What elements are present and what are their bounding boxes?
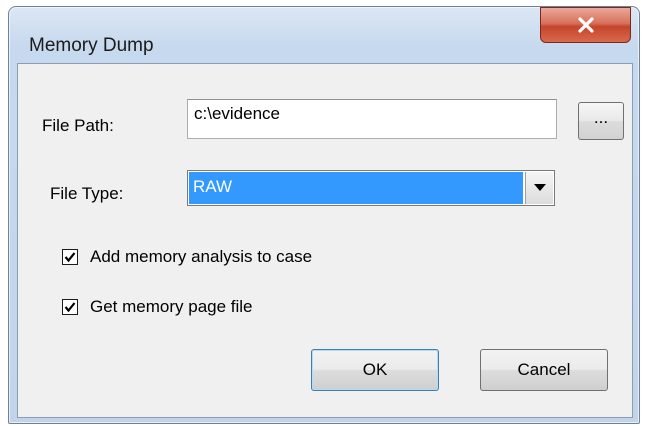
dropdown-arrow-button[interactable] xyxy=(525,172,553,204)
close-icon xyxy=(577,17,594,33)
checkmark-icon xyxy=(64,252,76,263)
option-add-memory-analysis[interactable]: Add memory analysis to case xyxy=(62,247,312,267)
file-type-selected-value: RAW xyxy=(189,172,523,204)
dialog-title: Memory Dump xyxy=(29,35,154,56)
get-memory-page-file-checkbox[interactable] xyxy=(62,299,78,315)
ok-button[interactable]: OK xyxy=(311,349,439,391)
cancel-button[interactable]: Cancel xyxy=(480,349,608,391)
option-get-memory-page-file[interactable]: Get memory page file xyxy=(62,297,253,317)
close-button[interactable] xyxy=(540,7,631,43)
add-memory-analysis-label: Add memory analysis to case xyxy=(90,247,313,266)
memory-dump-dialog: Memory Dump File Path: c:\evidence ... F… xyxy=(8,6,640,424)
chevron-down-icon xyxy=(533,184,546,191)
add-memory-analysis-checkbox[interactable] xyxy=(62,249,78,265)
file-path-input[interactable]: c:\evidence xyxy=(187,99,557,139)
browse-button[interactable]: ... xyxy=(578,102,624,140)
file-type-label: File Type: xyxy=(50,184,124,203)
file-path-label: File Path: xyxy=(42,116,114,135)
dialog-body: File Path: c:\evidence ... File Type: RA… xyxy=(17,63,633,418)
checkmark-icon xyxy=(64,302,76,313)
file-type-select[interactable]: RAW xyxy=(187,170,555,206)
get-memory-page-file-label: Get memory page file xyxy=(90,297,253,316)
